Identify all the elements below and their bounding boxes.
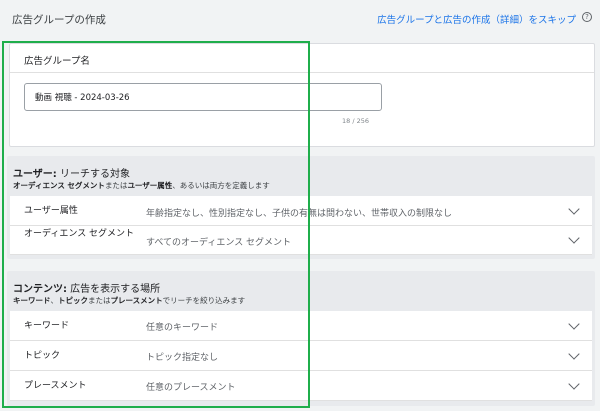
content-desc-sep: 、 bbox=[50, 296, 59, 305]
audience-segments-label: オーディエンス セグメント bbox=[24, 229, 135, 239]
placements-label: プレースメント bbox=[24, 381, 87, 391]
content-section-description: キーワード、トピックまたはプレースメントでリーチを絞り込みます bbox=[13, 295, 245, 306]
adgroup-card-title: 広告グループ名 bbox=[24, 56, 90, 67]
users-desc-rest: 、あるいは両方を定義します bbox=[172, 181, 270, 190]
page-title: 広告グループの作成 bbox=[12, 14, 106, 26]
demographics-row[interactable]: ユーザー属性 年齢指定なし、性別指定なし、子供の有無は問わない、世帯収入の制限な… bbox=[10, 196, 592, 226]
users-desc-audience: オーディエンス セグメント bbox=[13, 181, 105, 190]
content-desc-rest: でリーチを絞り込みます bbox=[162, 296, 246, 305]
chevron-down-icon[interactable] bbox=[568, 232, 580, 244]
users-title-rest: リーチする対象 bbox=[56, 169, 130, 180]
skip-link[interactable]: 広告グループと広告の作成（詳細）をスキップ bbox=[377, 12, 576, 26]
users-section: ユーザー: リーチする対象 オーディエンス セグメントまたはユーザー属性、あるい… bbox=[7, 156, 595, 259]
content-desc-topics: トピック bbox=[58, 296, 88, 305]
help-icon[interactable]: ? bbox=[582, 12, 592, 22]
audience-segments-value: すべてのオーディエンス セグメント bbox=[146, 238, 292, 248]
adgroup-name-input[interactable] bbox=[24, 83, 382, 111]
keywords-value: 任意のキーワード bbox=[146, 323, 219, 333]
content-desc-placements: プレースメント bbox=[110, 296, 163, 305]
chevron-down-icon[interactable] bbox=[568, 203, 580, 215]
card-divider bbox=[10, 72, 594, 73]
content-title-bold: コンテンツ: bbox=[13, 284, 67, 295]
topics-row[interactable]: トピック トピック指定なし bbox=[10, 341, 592, 371]
audience-segments-row[interactable]: オーディエンス セグメント すべてのオーディエンス セグメント bbox=[10, 226, 592, 255]
adgroup-card: 広告グループ名 18 / 256 bbox=[9, 43, 595, 147]
char-counter: 18 / 256 bbox=[342, 117, 369, 125]
topics-label: トピック bbox=[24, 351, 61, 361]
content-title-rest: 広告を表示する場所 bbox=[67, 284, 161, 295]
users-title-bold: ユーザー: bbox=[13, 169, 57, 180]
users-desc-or: または bbox=[104, 181, 128, 190]
demographics-value: 年齢指定なし、性別指定なし、子供の有無は問わない、世帯収入の制限なし bbox=[146, 209, 453, 219]
users-section-description: オーディエンス セグメントまたはユーザー属性、あるいは両方を定義します bbox=[13, 180, 270, 191]
placements-row[interactable]: プレースメント 任意のプレースメント bbox=[10, 371, 592, 401]
topics-value: トピック指定なし bbox=[146, 353, 219, 363]
users-section-title: ユーザー: リーチする対象 bbox=[13, 165, 130, 180]
keywords-label: キーワード bbox=[24, 321, 70, 331]
content-section-title: コンテンツ: 広告を表示する場所 bbox=[13, 280, 160, 295]
chevron-down-icon[interactable] bbox=[568, 378, 580, 390]
content-desc-keywords: キーワード bbox=[13, 296, 51, 305]
keywords-row[interactable]: キーワード 任意のキーワード bbox=[10, 311, 592, 341]
content-section: コンテンツ: 広告を表示する場所 キーワード、トピックまたはプレースメントでリー… bbox=[7, 271, 595, 406]
chevron-down-icon[interactable] bbox=[568, 318, 580, 330]
demographics-label: ユーザー属性 bbox=[24, 206, 78, 216]
content-desc-or: または bbox=[88, 296, 111, 305]
users-desc-demographics: ユーザー属性 bbox=[127, 181, 173, 190]
placements-value: 任意のプレースメント bbox=[146, 383, 236, 393]
chevron-down-icon[interactable] bbox=[568, 348, 580, 360]
